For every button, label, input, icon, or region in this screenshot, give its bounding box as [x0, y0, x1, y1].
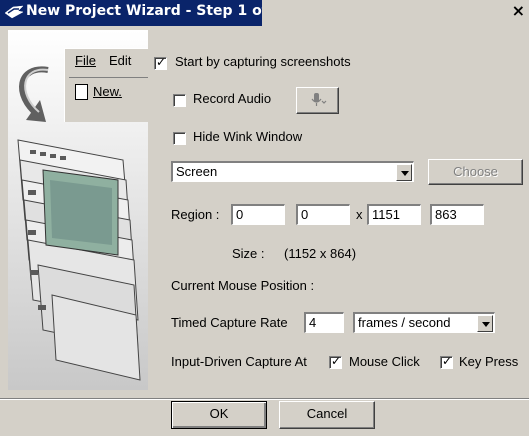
check-icon: ✓ [156, 55, 167, 69]
capture-source-value: Screen [176, 164, 218, 179]
start-capture-checkbox[interactable]: ✓ [154, 55, 167, 70]
microphone-icon [310, 92, 328, 115]
key-press-label[interactable]: Key Press [459, 354, 518, 369]
titlebar-gap [262, 0, 529, 26]
wizard-illustration: File Edit New. [8, 30, 148, 390]
chevron-down-icon[interactable] [477, 315, 493, 332]
key-press-checkbox[interactable]: ✓ [440, 354, 453, 369]
size-value: (1152 x 864) [284, 246, 357, 261]
chevron-down-icon[interactable] [396, 164, 412, 181]
menu-new: New. [93, 84, 122, 99]
choose-button[interactable]: Choose [428, 159, 523, 185]
region-height-field[interactable]: 863 [430, 204, 484, 225]
document-icon [75, 84, 88, 100]
menu-fragment: File Edit New. [64, 48, 148, 122]
menu-file: File [75, 53, 96, 68]
wizard-window: New Project Wizard - Step 1 of 2 × File … [0, 0, 529, 436]
capture-source-select[interactable]: Screen [171, 161, 414, 182]
footer-separator [0, 398, 529, 400]
timed-capture-rate-field[interactable]: 4 [304, 312, 344, 333]
region-label: Region : [171, 207, 220, 222]
mouse-click-checkbox[interactable]: ✓ [329, 354, 342, 369]
cancel-button[interactable]: Cancel [279, 401, 375, 429]
rate-unit-value: frames / second [358, 315, 451, 330]
record-audio-checkbox[interactable] [173, 94, 186, 107]
region-x-field[interactable]: 0 [231, 204, 285, 225]
size-label: Size : [232, 246, 265, 261]
ok-button[interactable]: OK [171, 401, 267, 429]
rate-unit-select[interactable]: frames / second [353, 312, 495, 333]
hide-wink-checkbox[interactable] [173, 132, 186, 145]
input-driven-label: Input-Driven Capture At [171, 354, 307, 369]
menu-edit: Edit [109, 53, 132, 68]
region-width-field[interactable]: 1151 [367, 204, 421, 225]
wink-app-icon [4, 4, 24, 20]
window-title: New Project Wizard - Step 1 of 2 [26, 3, 283, 19]
mouse-position-label: Current Mouse Position : [171, 278, 315, 293]
check-icon: ✓ [331, 354, 342, 368]
record-audio-label[interactable]: Record Audio [193, 91, 271, 106]
timed-capture-label: Timed Capture Rate [171, 315, 288, 330]
audio-settings-button[interactable] [296, 87, 339, 114]
start-capture-label[interactable]: Start by capturing screenshots [175, 54, 351, 69]
title-bar[interactable]: New Project Wizard - Step 1 of 2 × [0, 0, 529, 26]
region-separator: x [356, 207, 363, 222]
hide-wink-label[interactable]: Hide Wink Window [193, 129, 302, 144]
menu-new-row: New. [69, 77, 148, 107]
close-icon[interactable]: × [512, 1, 525, 20]
check-icon: ✓ [442, 354, 453, 368]
mouse-click-label[interactable]: Mouse Click [349, 354, 420, 369]
region-y-field[interactable]: 0 [296, 204, 350, 225]
